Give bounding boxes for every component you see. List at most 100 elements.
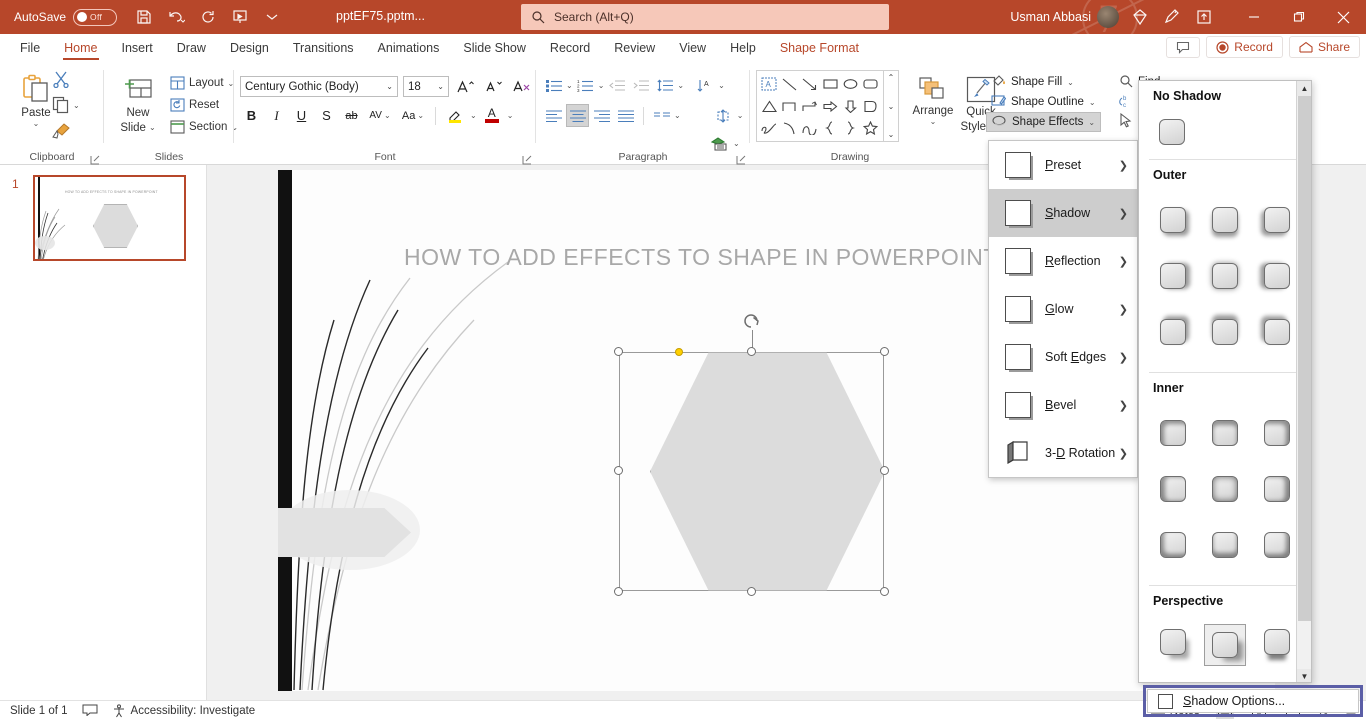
copy-chevron-down-icon[interactable]: ⌄ — [73, 101, 80, 110]
adjust-handle[interactable] — [675, 348, 683, 356]
redo-icon[interactable] — [199, 8, 217, 26]
start-slideshow-icon[interactable] — [231, 8, 249, 26]
shapes-gallery[interactable]: A — [756, 70, 884, 142]
language-icon[interactable] — [82, 703, 98, 719]
tab-file[interactable]: File — [8, 34, 52, 62]
shape-effects-button[interactable]: Shape Effects ⌄ — [986, 112, 1102, 132]
line-spacing-button[interactable] — [653, 74, 676, 97]
columns-chevron-down-icon[interactable]: ⌄ — [674, 111, 681, 120]
shadow-gallery-scrollbar[interactable]: ▲ ▼ — [1296, 81, 1311, 682]
slide-thumbnail-pane[interactable]: 1 HOW TO ADD EFFECTS TO SHAPE IN POWERPO… — [0, 165, 207, 700]
text-highlight-button[interactable] — [442, 104, 468, 127]
tab-shape-format[interactable]: Shape Format — [768, 34, 871, 62]
shadow-swatch-outer-2[interactable] — [1208, 203, 1242, 237]
shape-outline-button[interactable]: Shape Outline ⌄ — [986, 92, 1101, 112]
resize-handle-top-center[interactable] — [747, 347, 756, 356]
rotate-handle-icon[interactable] — [742, 312, 762, 332]
customize-quick-access-icon[interactable] — [263, 8, 281, 26]
shape-connector-elbow[interactable] — [779, 95, 799, 117]
tab-slide-show[interactable]: Slide Show — [451, 34, 538, 62]
shadow-grid-perspective[interactable] — [1139, 614, 1311, 682]
resize-handle-top-left[interactable] — [614, 347, 623, 356]
shape-rectangle[interactable] — [820, 73, 840, 95]
shape-rounded-rectangle[interactable] — [861, 73, 881, 95]
shadow-swatch-outer-5[interactable] — [1208, 259, 1242, 293]
autosave-control[interactable]: AutoSave Off — [14, 8, 118, 26]
tab-insert[interactable]: Insert — [110, 34, 165, 62]
slide-title-text[interactable]: HOW TO ADD EFFECTS TO SHAPE IN POWERPOIN… — [404, 244, 998, 271]
shape-right-brace[interactable] — [840, 117, 860, 139]
shape-oval[interactable] — [840, 73, 860, 95]
text-direction-button[interactable]: A — [693, 74, 716, 97]
shadow-swatch-outer-8[interactable] — [1208, 315, 1242, 349]
columns-button[interactable] — [650, 104, 673, 127]
font-name-combobox[interactable]: Century Gothic (Body) ⌄ — [240, 76, 398, 97]
tab-help[interactable]: Help — [718, 34, 768, 62]
shadow-grid-outer[interactable] — [1139, 188, 1311, 366]
shadow-swatch-inner-4[interactable] — [1156, 472, 1190, 506]
decrease-font-size-button[interactable] — [482, 75, 505, 98]
share-button[interactable]: Share — [1288, 36, 1360, 58]
font-name-chevron-down-icon[interactable]: ⌄ — [386, 82, 393, 91]
minimize-button[interactable] — [1231, 0, 1276, 34]
underline-button[interactable]: U — [290, 104, 313, 127]
justify-button[interactable] — [614, 104, 637, 127]
tab-home[interactable]: Home — [52, 34, 109, 62]
layout-button[interactable]: Layout ⌄ — [166, 72, 241, 94]
shadow-swatch-perspective-3[interactable] — [1260, 625, 1294, 659]
shadow-swatch-inner-6[interactable] — [1260, 472, 1294, 506]
format-painter-button[interactable] — [52, 122, 72, 145]
resize-handle-middle-right[interactable] — [880, 466, 889, 475]
avatar[interactable] — [1097, 6, 1119, 28]
shadow-swatch-outer-9[interactable] — [1260, 315, 1294, 349]
comments-button[interactable] — [1166, 36, 1201, 58]
text-direction-chevron-down-icon[interactable]: ⌄ — [718, 81, 725, 90]
undo-icon[interactable] — [167, 8, 186, 26]
shadow-swatch-outer-6[interactable] — [1260, 259, 1294, 293]
tab-animations[interactable]: Animations — [366, 34, 452, 62]
shadow-swatch-perspective-2[interactable] — [1204, 624, 1246, 666]
resize-handle-middle-left[interactable] — [614, 466, 623, 475]
shape-down-arrow[interactable] — [840, 95, 860, 117]
character-spacing-chevron-down-icon[interactable]: ⌄ — [384, 111, 391, 120]
shadow-swatch-outer-3[interactable] — [1260, 203, 1294, 237]
resize-handle-bottom-center[interactable] — [747, 587, 756, 596]
shadow-swatch-perspective-1[interactable] — [1156, 625, 1190, 659]
tab-record[interactable]: Record — [538, 34, 602, 62]
tab-view[interactable]: View — [667, 34, 718, 62]
restore-button[interactable] — [1276, 0, 1321, 34]
resize-handle-top-right[interactable] — [880, 347, 889, 356]
font-color-button[interactable]: A — [479, 104, 505, 127]
align-text-button[interactable] — [712, 104, 735, 127]
reset-button[interactable]: Reset — [166, 94, 241, 116]
resize-handle-bottom-left[interactable] — [614, 587, 623, 596]
bold-button[interactable]: B — [240, 104, 263, 127]
shadow-swatch-inner-8[interactable] — [1208, 528, 1242, 562]
slide-thumbnail-1[interactable]: HOW TO ADD EFFECTS TO SHAPE IN POWERPOIN… — [33, 175, 186, 261]
selected-shape-container[interactable] — [614, 314, 914, 605]
shadow-options-button[interactable]: Shadow Options... — [1147, 689, 1359, 713]
strikethrough-button[interactable]: ab — [340, 104, 363, 127]
new-slide-chevron-down-icon[interactable]: ⌄ — [149, 122, 156, 134]
effects-menu-item-glow[interactable]: Glow ❯ — [989, 285, 1137, 333]
shadow-swatch-outer-4[interactable] — [1156, 259, 1190, 293]
shapes-scroll-up-icon[interactable]: ⌃ — [888, 73, 895, 82]
shadow-grid-inner[interactable] — [1139, 401, 1311, 579]
font-size-chevron-down-icon[interactable]: ⌄ — [437, 82, 444, 91]
shape-connector-step[interactable] — [800, 95, 820, 117]
save-icon[interactable] — [135, 8, 153, 26]
shadow-swatch-inner-9[interactable] — [1260, 528, 1294, 562]
tab-transitions[interactable]: Transitions — [281, 34, 366, 62]
smartart-chevron-down-icon[interactable]: ⌄ — [733, 139, 740, 148]
align-text-chevron-down-icon[interactable]: ⌄ — [737, 111, 744, 120]
shape-arc[interactable] — [779, 117, 799, 139]
scroll-up-icon[interactable]: ▲ — [1297, 81, 1311, 96]
record-button[interactable]: Record — [1206, 36, 1283, 58]
arrange-button[interactable]: Arrange ⌄ — [907, 70, 959, 126]
bullets-button[interactable] — [542, 74, 565, 97]
change-case-chevron-down-icon[interactable]: ⌄ — [417, 111, 424, 120]
text-shadow-button[interactable]: S — [315, 104, 338, 127]
font-dialog-launcher-icon[interactable] — [522, 152, 532, 165]
align-left-button[interactable] — [542, 104, 565, 127]
shadow-swatch-inner-5[interactable] — [1208, 472, 1242, 506]
